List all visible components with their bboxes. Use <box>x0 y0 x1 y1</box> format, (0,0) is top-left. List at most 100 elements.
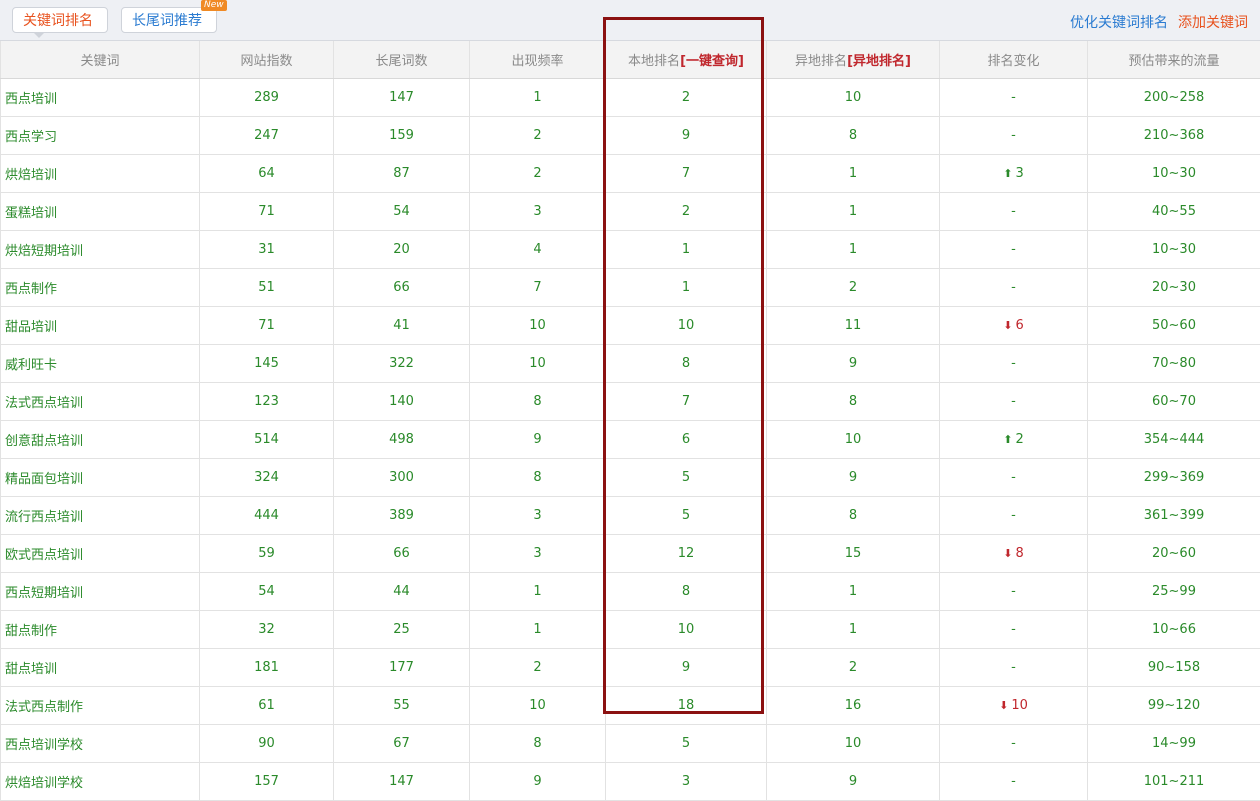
table-row: 精品面包培训324300859-299~369 <box>1 459 1260 497</box>
local-rank-cell: 2 <box>606 193 767 231</box>
local-rank-cell: 10 <box>606 307 767 345</box>
arrow-down-icon: ⬇ <box>1003 319 1012 332</box>
traffic-cell: 200~258 <box>1088 79 1260 117</box>
traffic-cell: 60~70 <box>1088 383 1260 421</box>
remote-rank-cell: 16 <box>767 687 940 725</box>
table-row: 西点制作5166712-20~30 <box>1 269 1260 307</box>
site-index-cell: 59 <box>200 535 334 573</box>
rank-change-value: ⬆3 <box>1003 166 1024 181</box>
local-rank-cell: 8 <box>606 345 767 383</box>
rank-change-cell: ⬇6 <box>940 307 1088 345</box>
table-row: 法式西点培训123140878-60~70 <box>1 383 1260 421</box>
keyword-cell: 西点培训 <box>1 79 200 117</box>
remote-rank-cell: 8 <box>767 383 940 421</box>
keyword-cell: 法式西点培训 <box>1 383 200 421</box>
long-tail-cell: 25 <box>334 611 470 649</box>
table-row: 甜点制作32251101-10~66 <box>1 611 1260 649</box>
remote-rank-cell: 15 <box>767 535 940 573</box>
local-rank-cell: 6 <box>606 421 767 459</box>
tab-keyword-ranking[interactable]: 关键词排名 <box>12 7 108 33</box>
remote-rank-cell: 1 <box>767 611 940 649</box>
long-tail-cell: 41 <box>334 307 470 345</box>
keyword-cell: 甜点培训 <box>1 649 200 687</box>
long-tail-cell: 140 <box>334 383 470 421</box>
traffic-cell: 210~368 <box>1088 117 1260 155</box>
new-badge: New <box>201 0 227 11</box>
keyword-cell: 蛋糕培训 <box>1 193 200 231</box>
site-index-cell: 64 <box>200 155 334 193</box>
traffic-cell: 354~444 <box>1088 421 1260 459</box>
table-row: 流行西点培训444389358-361~399 <box>1 497 1260 535</box>
local-rank-cell: 9 <box>606 649 767 687</box>
long-tail-cell: 55 <box>334 687 470 725</box>
rank-change-value: ⬇10 <box>999 698 1028 713</box>
frequency-cell: 8 <box>470 459 606 497</box>
rank-change-cell: - <box>940 573 1088 611</box>
remote-rank-cell: 8 <box>767 497 940 535</box>
table-row: 西点培训2891471210-200~258 <box>1 79 1260 117</box>
keyword-cell: 创意甜点培训 <box>1 421 200 459</box>
site-index-cell: 90 <box>200 725 334 763</box>
table-row: 法式西点制作6155101816⬇1099~120 <box>1 687 1260 725</box>
frequency-cell: 8 <box>470 725 606 763</box>
add-keyword-link[interactable]: 添加关键词 <box>1178 12 1248 32</box>
optimize-ranking-link[interactable]: 优化关键词排名 <box>1070 12 1168 32</box>
frequency-cell: 9 <box>470 421 606 459</box>
site-index-cell: 32 <box>200 611 334 649</box>
rank-change-cell: ⬇8 <box>940 535 1088 573</box>
long-tail-cell: 66 <box>334 535 470 573</box>
site-index-cell: 54 <box>200 573 334 611</box>
table-row: 创意甜点培训5144989610⬆2354~444 <box>1 421 1260 459</box>
rank-change-cell: - <box>940 269 1088 307</box>
local-rank-cell: 1 <box>606 269 767 307</box>
remote-rank-cell: 8 <box>767 117 940 155</box>
local-rank-cell: 18 <box>606 687 767 725</box>
long-tail-cell: 322 <box>334 345 470 383</box>
remote-rank-label: 异地排名 <box>795 54 847 69</box>
frequency-cell: 4 <box>470 231 606 269</box>
rank-change-cell: - <box>940 79 1088 117</box>
remote-rank-cell: 1 <box>767 573 940 611</box>
remote-rank-link[interactable]: [异地排名] <box>847 54 911 69</box>
traffic-cell: 40~55 <box>1088 193 1260 231</box>
table-body: 西点培训2891471210-200~258西点学习247159298-210~… <box>1 79 1260 801</box>
site-index-cell: 123 <box>200 383 334 421</box>
frequency-cell: 1 <box>470 79 606 117</box>
rank-change-cell: - <box>940 231 1088 269</box>
table-row: 甜品培训7141101011⬇650~60 <box>1 307 1260 345</box>
long-tail-cell: 147 <box>334 79 470 117</box>
arrow-down-icon: ⬇ <box>999 699 1008 712</box>
rank-change-number: 2 <box>1015 432 1023 447</box>
traffic-cell: 25~99 <box>1088 573 1260 611</box>
long-tail-cell: 54 <box>334 193 470 231</box>
local-rank-cell: 1 <box>606 231 767 269</box>
rank-change-cell: - <box>940 611 1088 649</box>
remote-rank-cell: 10 <box>767 79 940 117</box>
rank-change-cell: ⬆3 <box>940 155 1088 193</box>
rank-change-value: ⬆2 <box>1003 432 1024 447</box>
long-tail-cell: 20 <box>334 231 470 269</box>
site-index-cell: 71 <box>200 193 334 231</box>
arrow-up-icon: ⬆ <box>1003 167 1012 180</box>
keyword-cell: 精品面包培训 <box>1 459 200 497</box>
table-header-row: 关键词 网站指数 长尾词数 出现频率 本地排名[一键查询] 异地排名[异地排名]… <box>1 41 1260 79</box>
local-rank-cell: 2 <box>606 79 767 117</box>
local-rank-cell: 9 <box>606 117 767 155</box>
one-click-query-link[interactable]: [一键查询] <box>680 54 744 69</box>
table-row: 西点培训学校90678510-14~99 <box>1 725 1260 763</box>
col-header-keyword: 关键词 <box>1 41 200 79</box>
traffic-cell: 361~399 <box>1088 497 1260 535</box>
site-index-cell: 145 <box>200 345 334 383</box>
traffic-cell: 90~158 <box>1088 649 1260 687</box>
col-header-site-index: 网站指数 <box>200 41 334 79</box>
keyword-cell: 西点培训学校 <box>1 725 200 763</box>
rank-change-number: 3 <box>1015 166 1023 181</box>
local-rank-cell: 12 <box>606 535 767 573</box>
traffic-cell: 50~60 <box>1088 307 1260 345</box>
keyword-cell: 烘焙短期培训 <box>1 231 200 269</box>
table-row: 烘焙培训学校157147939-101~211 <box>1 763 1260 801</box>
local-rank-cell: 10 <box>606 611 767 649</box>
rank-change-cell: - <box>940 497 1088 535</box>
remote-rank-cell: 1 <box>767 193 940 231</box>
remote-rank-cell: 10 <box>767 725 940 763</box>
